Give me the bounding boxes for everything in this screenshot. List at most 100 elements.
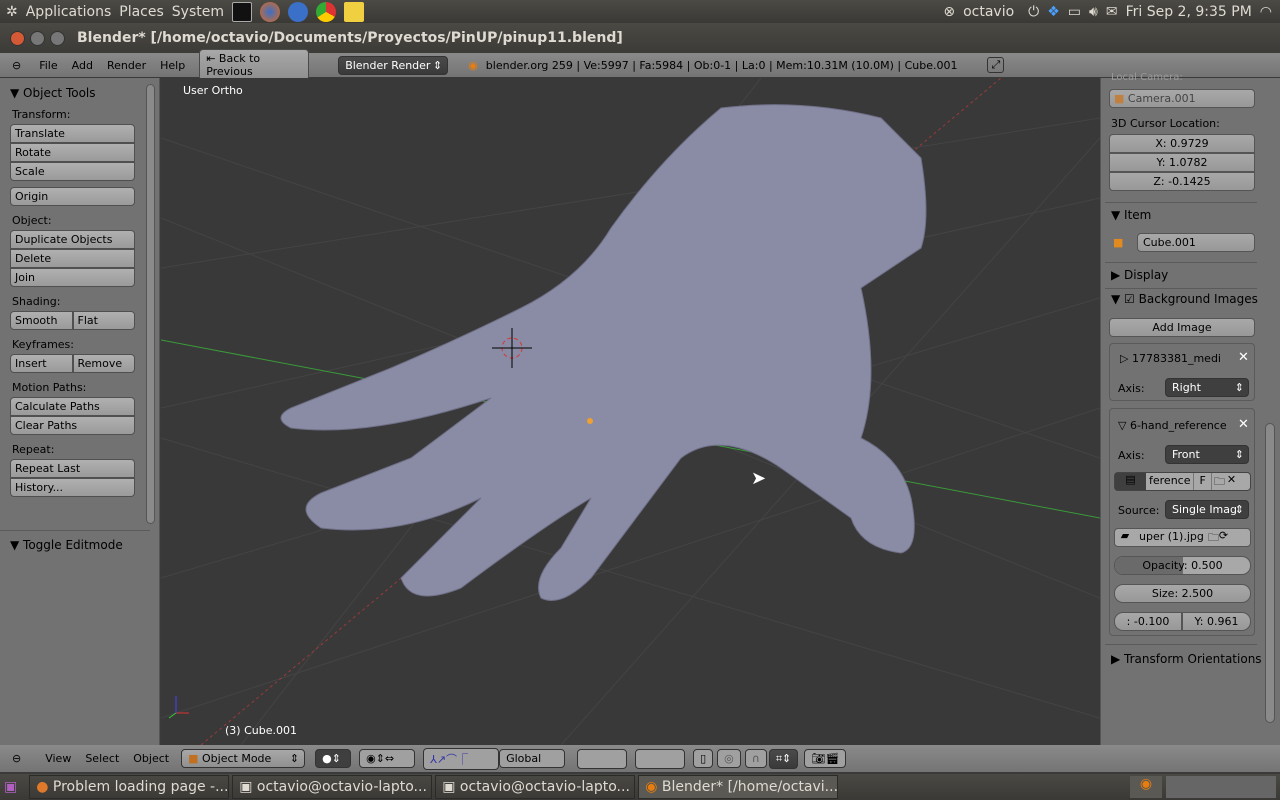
mode-dropdown[interactable]: ■ Object Mode ⇕ [181, 749, 306, 768]
viewport-shading-dropdown[interactable]: ●⇕ [315, 749, 352, 768]
duplicate-objects-button[interactable]: Duplicate Objects [10, 230, 135, 249]
workspace-switcher[interactable]: ◉ [1130, 776, 1162, 798]
ubuntu-logo-icon[interactable]: ✲ [6, 4, 18, 20]
reload-icon[interactable]: ⟳ [1219, 529, 1228, 546]
remove-keyframe-button[interactable]: Remove [72, 354, 135, 373]
mail-icon[interactable]: ✉ [1106, 4, 1118, 20]
transform-orientations-header[interactable]: ▶ Transform Orientations [1111, 652, 1262, 666]
lock-camera-icon[interactable]: ▯ [693, 749, 714, 768]
offset-x-field[interactable]: : -0.100 [1114, 612, 1182, 631]
user-close-icon[interactable]: ⊗ [943, 4, 955, 20]
orientation-dropdown[interactable]: Global [499, 749, 566, 768]
power-icon[interactable]: ⏻ [1028, 4, 1039, 20]
workspace-switcher-2[interactable] [1166, 776, 1276, 798]
calculate-paths-button[interactable]: Calculate Paths [10, 397, 135, 416]
menu-add[interactable]: Add [72, 59, 93, 72]
opacity-slider[interactable]: Opacity: 0.500 [1114, 556, 1251, 575]
cursor-z-field[interactable]: Z: -0.1425 [1109, 172, 1255, 191]
menu-render[interactable]: Render [107, 59, 146, 72]
remove-image-icon[interactable]: ✕ [1238, 417, 1249, 432]
cursor-x-field[interactable]: X: 0.9729 [1109, 134, 1255, 153]
open-folder-icon[interactable]: 🗀︎ [1212, 473, 1227, 490]
task-blender[interactable]: ◉ Blender* [/home/octavi... [638, 775, 839, 799]
flat-button[interactable]: Flat [72, 311, 135, 330]
image-datablock[interactable]: ference [1146, 473, 1195, 490]
task-firefox[interactable]: ● Problem loading page -... [29, 775, 230, 799]
file-path-field[interactable]: ▰ uper (1).jpg 🗀︎ ⟳ [1114, 528, 1251, 547]
fake-user-toggle[interactable]: F [1194, 473, 1212, 490]
offset-y-field[interactable]: Y: 0.961 [1182, 612, 1251, 631]
terminal-icon[interactable] [232, 1, 252, 22]
delete-button[interactable]: Delete [10, 249, 135, 268]
add-image-button[interactable]: Add Image [1109, 318, 1255, 337]
maximize-window-icon[interactable] [50, 30, 65, 46]
minimize-window-icon[interactable] [30, 30, 45, 46]
image-browse-icon[interactable]: ▤ [1115, 473, 1146, 490]
repeat-last-button[interactable]: Repeat Last [10, 459, 135, 478]
editor-type-icon[interactable]: ⊖ [12, 59, 21, 72]
source-dropdown[interactable]: Single Imag ⇕ [1165, 500, 1249, 519]
wifi-icon[interactable]: ◠ [1260, 4, 1272, 20]
clock[interactable]: Fri Sep 2, 9:35 PM [1126, 4, 1252, 20]
3d-viewport[interactable]: User Ortho (3) Cube.001 ➤ [161, 78, 1100, 745]
image-selector[interactable]: ▤ ference F 🗀︎ ✕ [1114, 472, 1251, 491]
show-desktop-icon[interactable]: ▣ [4, 779, 17, 795]
help-icon[interactable] [288, 1, 308, 22]
origin-button[interactable]: Origin [10, 187, 135, 206]
user-name[interactable]: octavio [963, 4, 1014, 20]
snap-element-dropdown[interactable]: ⌗⇕ [768, 748, 799, 769]
object-name-field[interactable]: Cube.001 [1137, 233, 1255, 252]
axis-dropdown[interactable]: Front ⇕ [1165, 445, 1249, 464]
history-button[interactable]: History... [10, 478, 135, 497]
menu-view[interactable]: View [45, 752, 71, 765]
manipulator-buttons[interactable]: ⅄↗⌒⎾ [423, 747, 500, 770]
layers-1[interactable] [577, 748, 628, 769]
open-folder-icon[interactable]: 🗀︎ [1208, 529, 1219, 546]
battery-icon[interactable]: ▭ [1068, 4, 1081, 20]
render-opengl-icon[interactable]: 📷︎🎬︎ [804, 749, 847, 768]
object-tools-header[interactable]: ▼ Object Tools [10, 86, 159, 100]
cursor-y-field[interactable]: Y: 1.0782 [1109, 153, 1255, 172]
notes-icon[interactable] [344, 1, 364, 22]
task-terminal-1[interactable]: ▣ octavio@octavio-lapto... [232, 775, 433, 799]
menu-object[interactable]: Object [133, 752, 169, 765]
clear-paths-button[interactable]: Clear Paths [10, 416, 135, 435]
volume-icon[interactable]: 🔊︎ [1089, 4, 1098, 20]
axis-dropdown[interactable]: Right ⇕ [1165, 378, 1249, 397]
fullscreen-icon[interactable]: ⤢ [987, 57, 1005, 73]
bg-enabled-checkbox[interactable]: ☑ [1124, 292, 1135, 306]
menu-places[interactable]: Places [119, 4, 164, 20]
proportional-edit-icon[interactable]: ◎ [717, 749, 741, 768]
smooth-button[interactable]: Smooth [10, 311, 73, 330]
properties-scrollbar[interactable] [1265, 423, 1275, 723]
menu-select[interactable]: Select [85, 752, 119, 765]
editor-type-icon[interactable]: ⊖ [12, 752, 21, 765]
snap-icon[interactable]: ∩ [744, 749, 767, 768]
menu-file[interactable]: File [39, 59, 57, 72]
toolshelf-scrollbar[interactable] [146, 84, 155, 524]
render-engine-dropdown[interactable]: Blender Render ⇕ [338, 55, 449, 75]
join-button[interactable]: Join [10, 268, 135, 287]
hand-mesh[interactable] [280, 104, 927, 601]
unlink-icon[interactable]: ✕ [1227, 473, 1236, 490]
firefox-icon[interactable] [260, 1, 280, 22]
background-images-header[interactable]: ▼ ☑ Background Images [1111, 292, 1258, 306]
menu-applications[interactable]: Applications [26, 4, 112, 20]
size-field[interactable]: Size: 2.500 [1114, 584, 1251, 603]
local-camera-field[interactable]: ■ Camera.001 [1109, 89, 1255, 108]
item-panel-header[interactable]: ▼ Item [1111, 208, 1151, 222]
bg-image-2-header[interactable]: ▽ 6-hand_reference [1118, 419, 1227, 432]
back-to-previous-button[interactable]: ⇤ Back to Previous [199, 49, 310, 81]
close-window-icon[interactable] [10, 30, 25, 46]
dropbox-icon[interactable]: ❖ [1047, 4, 1060, 20]
insert-keyframe-button[interactable]: Insert [10, 354, 73, 373]
layers-2[interactable] [635, 748, 686, 769]
chrome-icon[interactable] [316, 1, 336, 22]
task-terminal-2[interactable]: ▣ octavio@octavio-lapto... [435, 775, 636, 799]
rotate-button[interactable]: Rotate [10, 143, 135, 162]
menu-help[interactable]: Help [160, 59, 185, 72]
translate-button[interactable]: Translate [10, 124, 135, 143]
toggle-editmode-header[interactable]: ▼ Toggle Editmode [10, 538, 123, 552]
menu-system[interactable]: System [172, 4, 224, 20]
bg-image-1-header[interactable]: ▷ 17783381_medi [1120, 352, 1221, 365]
